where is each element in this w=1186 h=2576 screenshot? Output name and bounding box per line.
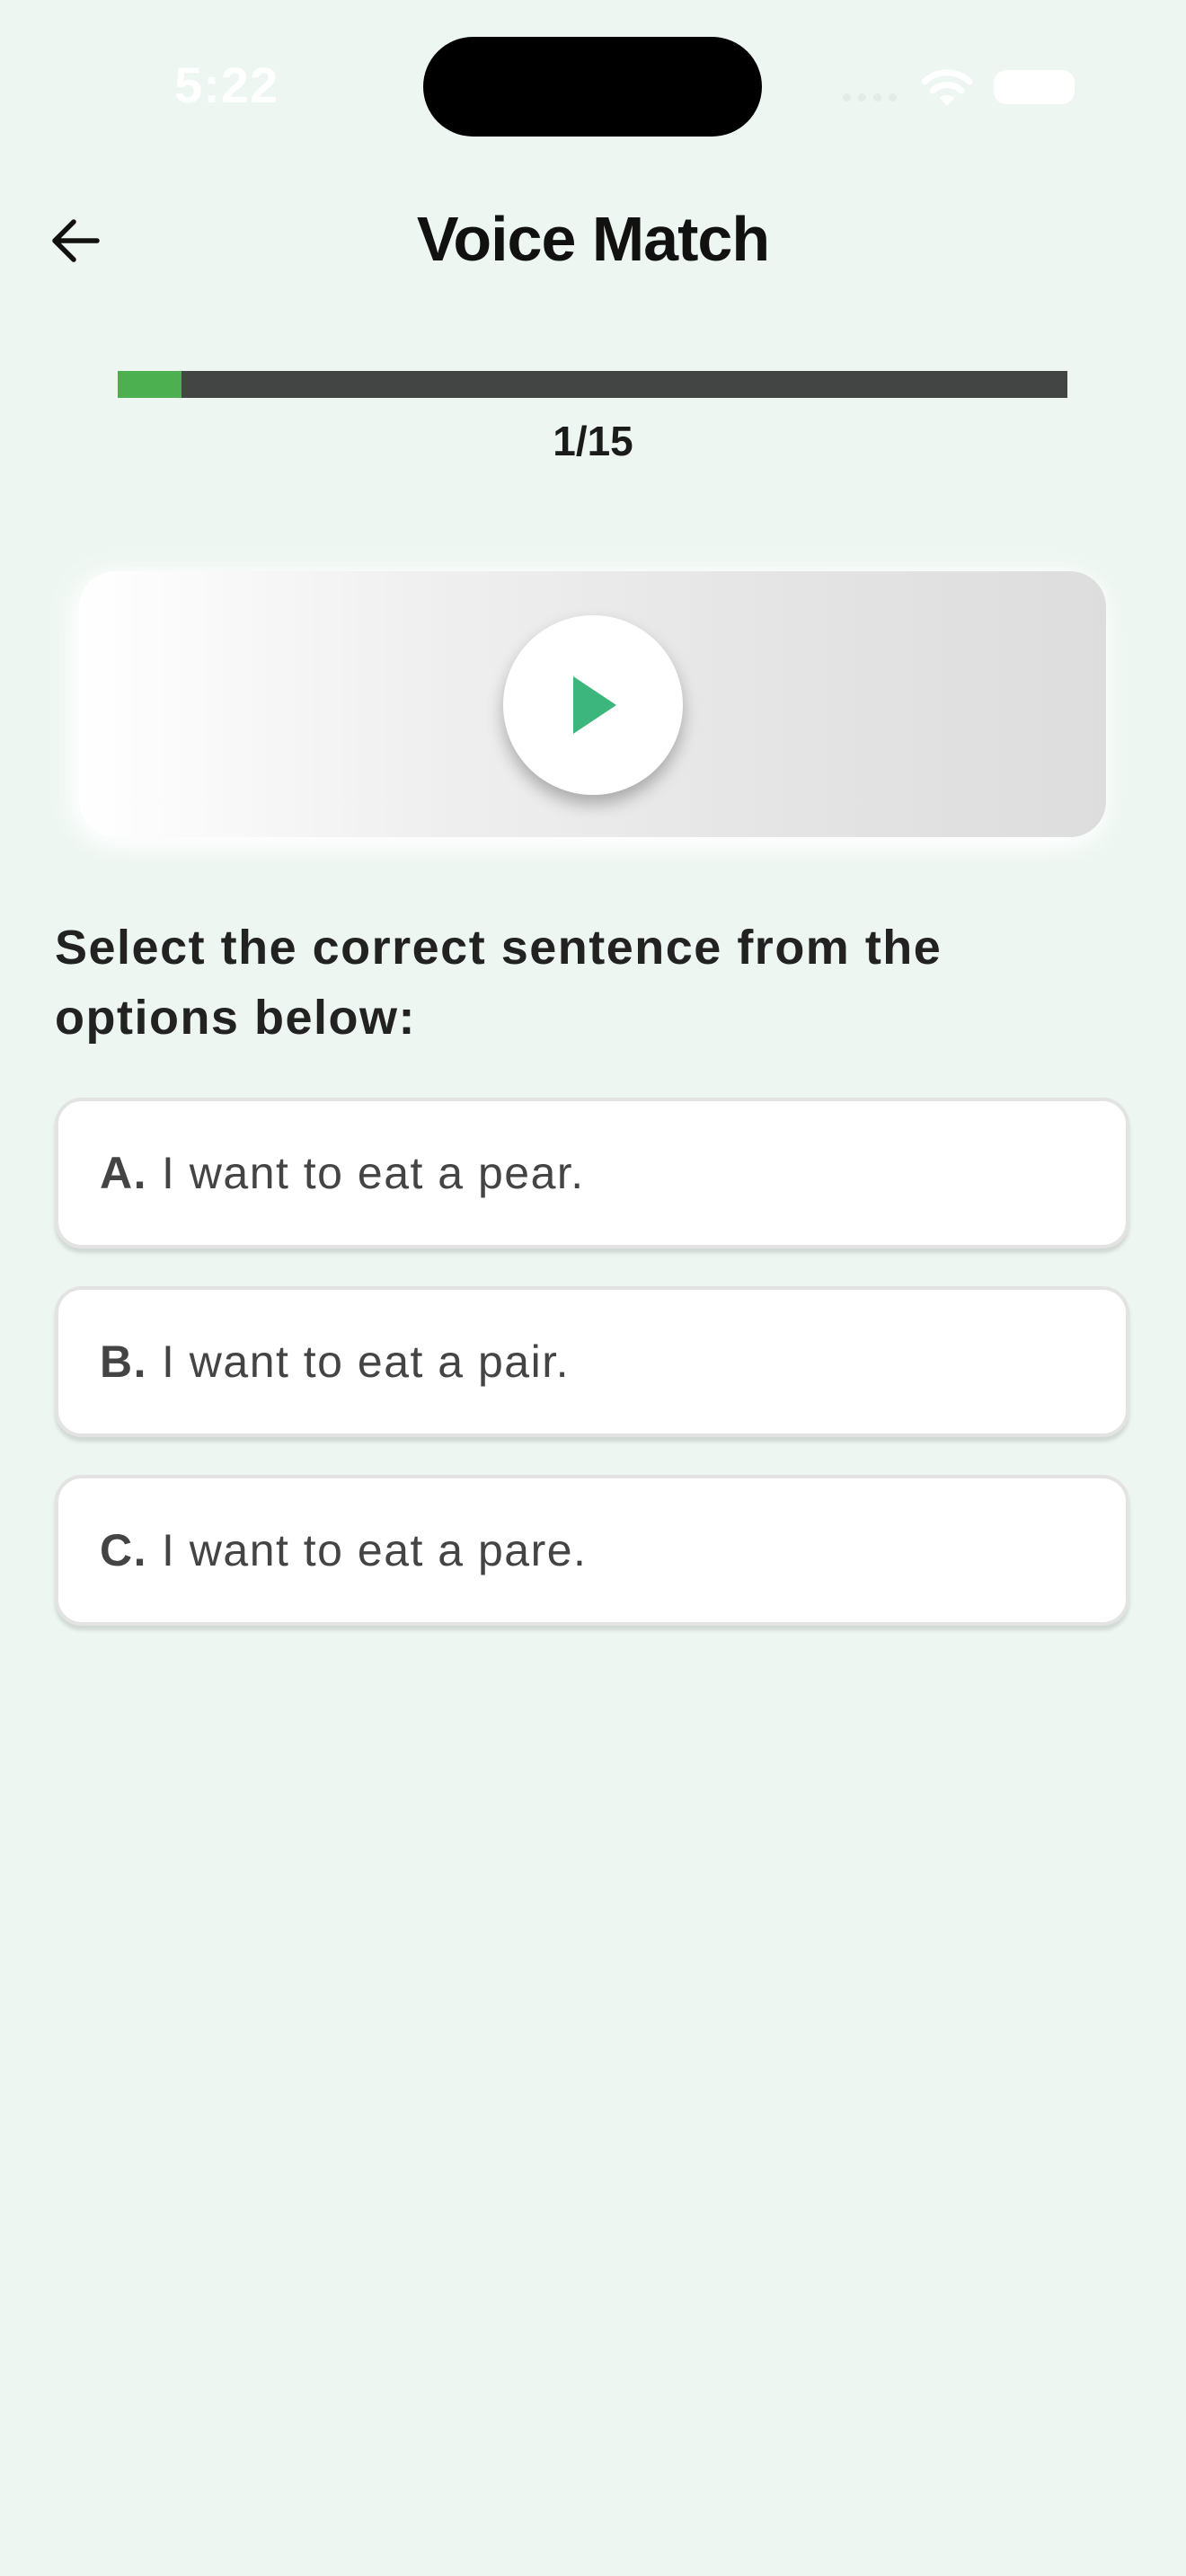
page-title: Voice Match [416,204,770,274]
option-c[interactable]: C. I want to eat a pare. [55,1475,1129,1626]
battery-icon [994,70,1075,104]
progress-label: 1/15 [553,418,633,464]
option-letter: C. [100,1525,147,1575]
option-letter: B. [100,1337,147,1387]
status-time: 5:22 [174,57,279,113]
option-text: I want to eat a pair. [162,1337,570,1387]
option-b[interactable]: B. I want to eat a pair. [55,1286,1129,1437]
play-icon [573,676,616,734]
progress-bar [118,371,1067,398]
dynamic-island [423,37,762,137]
wifi-icon [921,69,973,106]
progress-fill [118,371,181,398]
cellular-signal-icon [843,93,897,101]
play-button[interactable] [503,615,683,795]
question-text: Select the correct sentence from the opt… [55,921,943,1045]
option-letter: A. [100,1148,147,1198]
option-text: I want to eat a pare. [162,1525,588,1575]
option-a[interactable]: A. I want to eat a pear. [55,1098,1129,1248]
option-text: I want to eat a pear. [162,1148,585,1198]
